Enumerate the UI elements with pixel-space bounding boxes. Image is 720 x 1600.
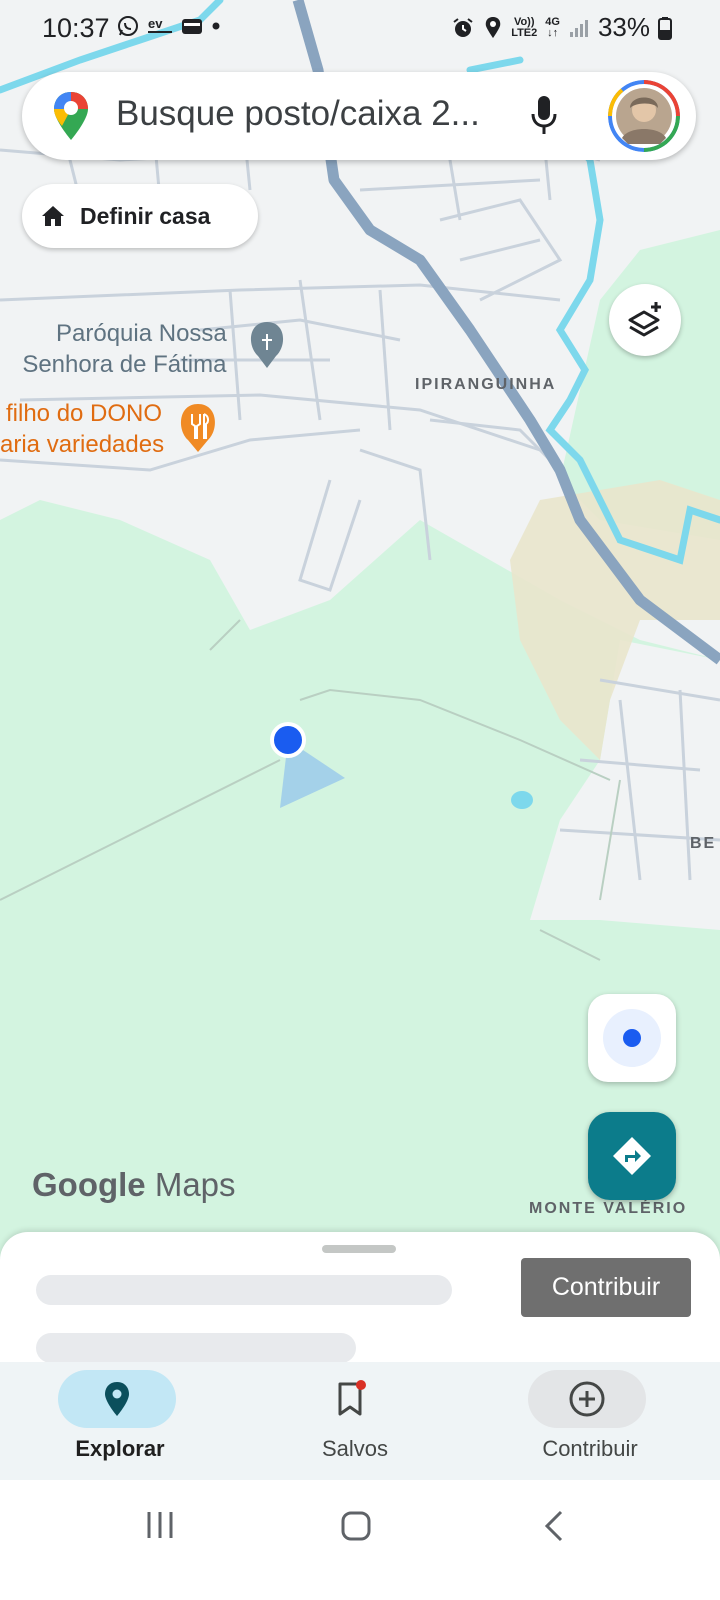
- loading-placeholder: [36, 1275, 452, 1305]
- battery-icon: [658, 16, 672, 40]
- layers-button[interactable]: [609, 284, 681, 356]
- svg-text:ev: ev: [148, 16, 163, 31]
- back-icon[interactable]: [543, 1510, 565, 1542]
- sheet-drag-handle[interactable]: [322, 1245, 396, 1253]
- status-time: 10:37: [42, 13, 110, 43]
- volte-icon: Vo)) LTE2: [511, 15, 538, 39]
- home-icon: [42, 206, 64, 226]
- home-icon[interactable]: [340, 1510, 372, 1542]
- church-name-line1: Paróquia Nossa: [56, 320, 227, 347]
- explore-pin-icon: [105, 1382, 129, 1416]
- system-navigation-bar: [0, 1480, 720, 1600]
- map-area-monte-valerio: MONTE VALÉRIO: [529, 1200, 688, 1217]
- directions-icon: [613, 1137, 651, 1175]
- status-notification-icons: ev: [116, 14, 222, 38]
- nav-saved[interactable]: Salvos: [235, 1362, 475, 1480]
- user-avatar[interactable]: [608, 80, 680, 152]
- bottom-navigation: Explorar Salvos Contribuir: [0, 1362, 720, 1480]
- map-area-be: BE: [690, 835, 717, 852]
- loading-placeholder: [36, 1333, 356, 1363]
- map-area-ipiranguinha: IPIRANGUINHA: [415, 376, 557, 393]
- logo-maps: Maps: [154, 1166, 236, 1203]
- signal-icon: [569, 19, 588, 37]
- wallet-icon: [182, 19, 202, 34]
- map-place-restaurant[interactable]: filho do DONO aria variedades: [0, 398, 164, 460]
- nav-contribute-pill: [528, 1370, 646, 1428]
- contribute-button[interactable]: Contribuir: [521, 1258, 691, 1317]
- nav-explore[interactable]: Explorar: [0, 1362, 240, 1480]
- my-location-dot: [623, 1029, 641, 1047]
- 4g-icon: 4G ↓↑: [545, 15, 560, 39]
- google-maps-logo: Google Maps: [32, 1166, 236, 1204]
- bookmark-icon: [338, 1380, 366, 1416]
- whatsapp-icon: [118, 16, 138, 36]
- directions-button[interactable]: [588, 1112, 676, 1200]
- nav-contribute[interactable]: Contribuir: [470, 1362, 710, 1480]
- church-name-line2: Senhora de Fátima: [22, 351, 227, 378]
- nav-explore-label: Explorar: [75, 1436, 165, 1461]
- set-home-chip[interactable]: Definir casa: [22, 184, 258, 248]
- nav-saved-label: Salvos: [321, 1436, 389, 1461]
- add-circle-icon: [569, 1381, 605, 1417]
- my-location-button[interactable]: [588, 994, 676, 1082]
- location-icon: [485, 16, 501, 38]
- ev-icon: ev: [148, 16, 172, 33]
- status-system-icons: Vo)) LTE2 4G ↓↑ 33%: [451, 12, 672, 43]
- layers-add-icon: [628, 302, 661, 337]
- dot-icon: [212, 22, 220, 30]
- recents-icon[interactable]: [144, 1510, 176, 1540]
- status-bar: 10:37 ev Vo)) LTE2 4G ↓↑ 33%: [0, 0, 720, 60]
- map-place-church[interactable]: Paróquia Nossa Senhora de Fátima: [22, 318, 227, 380]
- bottom-sheet[interactable]: Contribuir: [0, 1232, 720, 1372]
- nav-saved-pill: [293, 1370, 411, 1428]
- search-input[interactable]: Busque posto/caixa 2...: [116, 94, 516, 134]
- mic-icon[interactable]: [529, 94, 559, 138]
- restaurant-name-line1: filho do DONO: [6, 400, 163, 427]
- logo-google: Google: [32, 1166, 146, 1203]
- nav-explore-pill: [58, 1370, 176, 1428]
- restaurant-name-line2: aria variedades: [0, 431, 165, 458]
- set-home-label: Definir casa: [80, 202, 211, 229]
- google-maps-pin-icon: [54, 92, 88, 140]
- search-bar[interactable]: Busque posto/caixa 2...: [22, 72, 696, 160]
- battery-percent: 33%: [597, 12, 650, 42]
- nav-contribute-label: Contribuir: [542, 1436, 638, 1461]
- alarm-icon: [453, 17, 473, 37]
